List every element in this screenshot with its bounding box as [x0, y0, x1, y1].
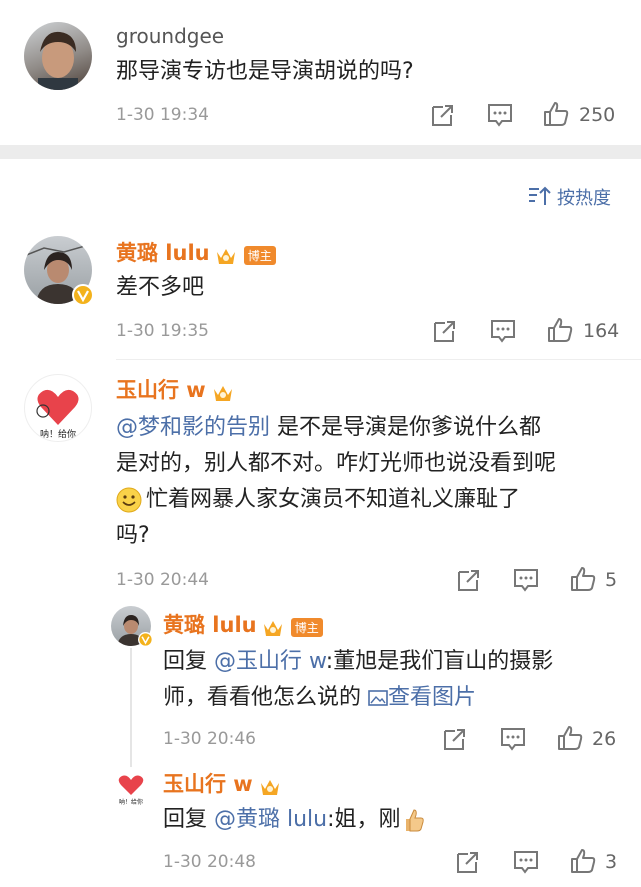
mention-link[interactable]: @玉山行 w — [214, 649, 326, 674]
reply-header: 黄璐 lulu 博主 — [163, 609, 323, 639]
share-icon[interactable] — [432, 318, 458, 344]
like-icon[interactable] — [547, 317, 573, 343]
replier-name[interactable]: 黄璐 lulu — [163, 613, 257, 637]
reply-text: 回复 @黄璐 lulu:姐，刚 — [163, 802, 425, 838]
crown-icon — [263, 620, 282, 636]
svg-text:呐！给你: 呐！给你 — [40, 428, 76, 440]
crown-icon — [213, 385, 232, 401]
share-icon[interactable] — [442, 726, 468, 752]
heart-avatar-icon: 呐！给你 — [118, 775, 144, 806]
comment-text-line: 忙着网暴人家女演员不知道礼义廉耻了 — [146, 487, 521, 512]
section-divider — [0, 145, 641, 159]
like-icon[interactable] — [557, 725, 583, 751]
heart-avatar-icon: 呐！给你 — [36, 389, 79, 440]
like-count: 3 — [605, 851, 618, 873]
thumbs-up-emoji-icon — [405, 809, 424, 832]
commenter-header: 玉山行 w — [116, 374, 235, 404]
reply-prefix: 回复 — [163, 807, 214, 832]
commenter-header: 黄璐 lulu 博主 — [116, 237, 276, 267]
reply-prefix: 回复 — [163, 649, 214, 674]
comment-separator — [116, 359, 641, 360]
comment-text-line: 是不是导演是你爹说什么都 — [270, 415, 542, 440]
reply-time: 1-30 20:46 — [163, 729, 256, 749]
reply-text-line: :董旭是我们盲山的摄影 — [325, 649, 554, 674]
sort-icon[interactable] — [527, 185, 553, 207]
like-count: 164 — [583, 320, 620, 342]
like-icon[interactable] — [570, 848, 596, 874]
avatar-groundgee[interactable] — [24, 22, 92, 90]
avatar-yushanxing-small[interactable]: 呐！给你 — [111, 767, 151, 807]
reply-header: 玉山行 w — [163, 768, 282, 798]
crown-icon — [216, 248, 235, 264]
sort-by-hot[interactable]: 按热度 — [557, 184, 611, 210]
share-icon[interactable] — [430, 102, 456, 128]
comment-icon[interactable] — [487, 102, 513, 128]
comment-icon[interactable] — [513, 849, 539, 875]
verified-badge-icon — [72, 284, 94, 306]
like-count: 26 — [592, 728, 617, 750]
like-icon[interactable] — [543, 101, 569, 127]
crown-icon — [260, 779, 279, 795]
reply-time: 1-30 20:48 — [163, 852, 256, 872]
commenter-name[interactable]: 玉山行 w — [116, 378, 206, 402]
comment-icon[interactable] — [513, 567, 539, 593]
mention-link[interactable]: @黄璐 lulu — [214, 807, 327, 832]
avatar-portrait — [38, 31, 78, 90]
host-badge: 博主 — [290, 618, 323, 637]
reply-text-line: 师，看看他怎么说的 — [163, 685, 368, 710]
comment-text: 差不多吧 — [116, 275, 205, 300]
comment-time: 1-30 19:35 — [116, 321, 209, 341]
comment-time: 1-30 20:44 — [116, 570, 209, 590]
share-icon[interactable] — [456, 567, 482, 593]
host-badge: 博主 — [243, 246, 276, 265]
reply-text: 回复 @玉山行 w:董旭是我们盲山的摄影 师，看看他怎么说的 查看图片 — [163, 644, 633, 716]
verified-badge-icon — [138, 632, 153, 647]
like-icon[interactable] — [570, 566, 596, 592]
like-count: 5 — [605, 569, 618, 591]
mention-link[interactable]: @梦和影的告别 — [116, 415, 270, 440]
comment-text-line: 吗? — [116, 523, 150, 548]
replier-name[interactable]: 玉山行 w — [163, 772, 253, 796]
reply-text-line: :姐，刚 — [327, 807, 401, 832]
comment-time: 1-30 19:34 — [116, 105, 209, 125]
commenter-name[interactable]: 黄璐 lulu — [116, 241, 210, 265]
comment-text: 那导演专访也是导演胡说的吗? — [116, 59, 414, 84]
svg-text:呐！给你: 呐！给你 — [119, 798, 143, 806]
smile-emoji-icon — [116, 487, 142, 513]
like-count: 250 — [579, 104, 616, 126]
view-image-link[interactable]: 查看图片 — [388, 685, 476, 710]
comment-text-line: 是对的，别人都不对。咋灯光师也说没看到呢 — [116, 451, 557, 476]
commenter-name[interactable]: groundgee — [116, 24, 224, 48]
share-icon[interactable] — [455, 849, 481, 875]
comment-icon[interactable] — [500, 726, 526, 752]
avatar-yushanxing[interactable]: 呐！给你 — [24, 374, 92, 442]
image-icon — [368, 690, 388, 706]
reply-thread-line — [130, 648, 132, 768]
comment-icon[interactable] — [490, 318, 516, 344]
comment-text: @梦和影的告别 是不是导演是你爹说什么都 是对的，别人都不对。咋灯光师也说没看到… — [116, 410, 626, 554]
